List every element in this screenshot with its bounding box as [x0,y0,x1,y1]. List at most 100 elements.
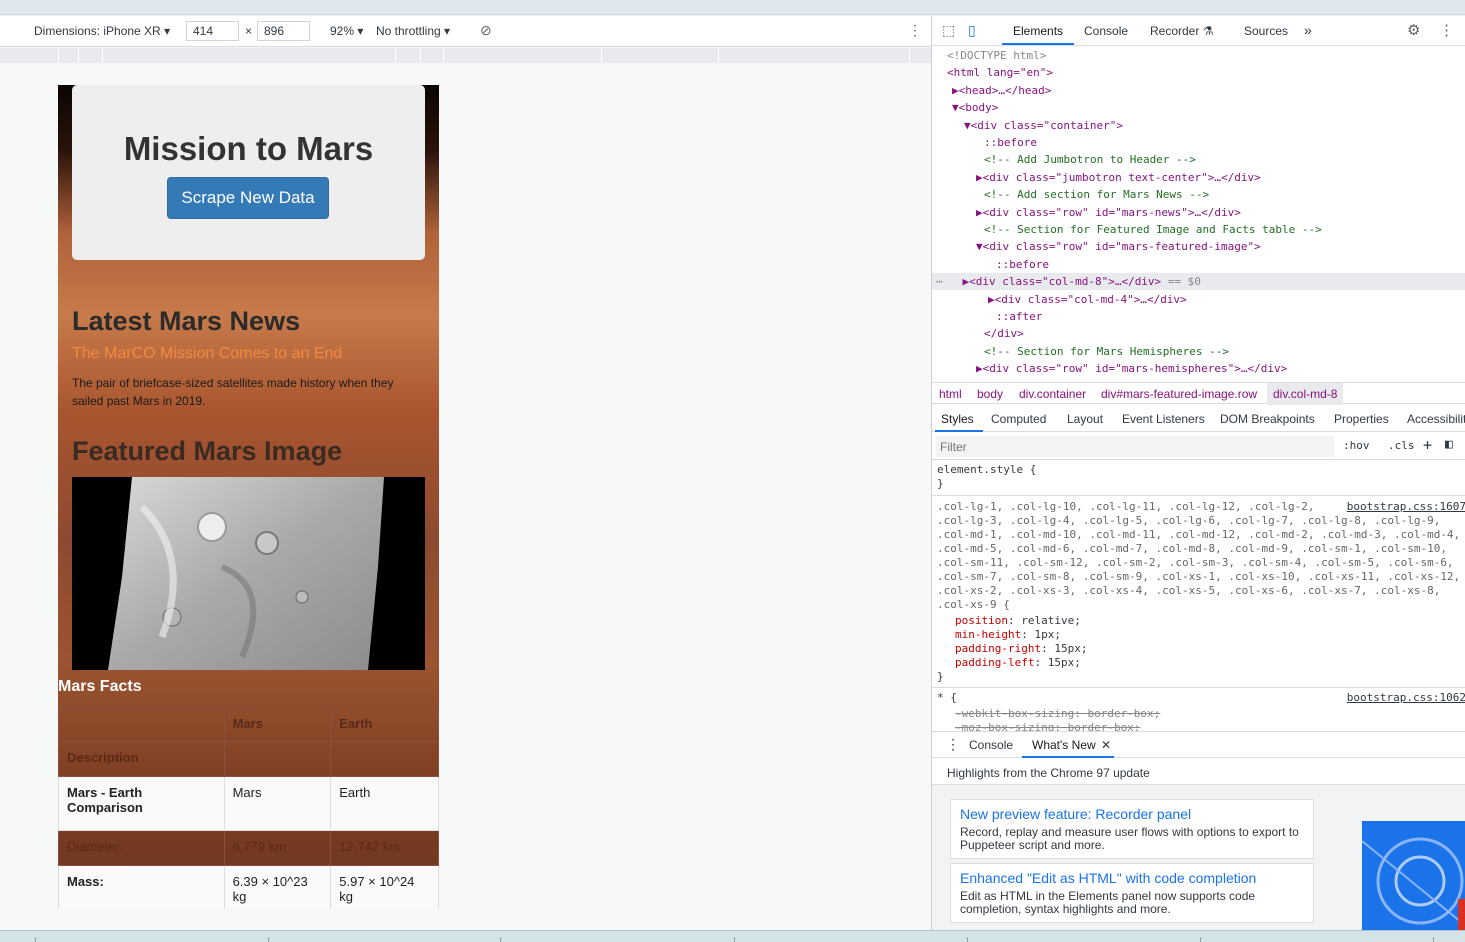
more-options-icon[interactable]: ⋮ [908,22,922,39]
stylesheet-link[interactable]: bootstrap.css:1607 [1347,500,1465,514]
css-declaration[interactable]: min-height: 1px; [955,628,1061,642]
dom-pseudo-before[interactable]: ::before [932,134,1465,151]
dom-node-jumbotron-text: <div class="jumbotron text-center">…</di… [982,170,1261,184]
css-value: 15px; [1054,642,1088,655]
whats-new-card[interactable]: New preview feature: Recorder panel Reco… [950,799,1314,859]
tab-accessibility[interactable]: Accessibility [1407,412,1465,426]
tab-sources[interactable]: Sources [1244,24,1288,38]
dom-node-close[interactable]: </div> [932,325,1465,342]
page-title: Mission to Mars [123,130,374,167]
featured-mars-image[interactable] [72,477,425,670]
close-icon[interactable]: ✕ [1101,738,1111,752]
dom-node-hemispheres[interactable]: ▶<div class="row" id="mars-hemispheres">… [932,360,1465,377]
settings-gear-icon[interactable]: ⚙ [1407,21,1420,39]
scrape-new-data-button[interactable]: Scrape New Data [167,177,329,219]
dom-pseudo-after[interactable]: ::after [932,308,1465,325]
whats-new-card[interactable]: Enhanced "Edit as HTML" with code comple… [950,863,1314,923]
css-declaration[interactable]: padding-left: 15px; [955,656,1081,670]
expand-arrow-icon[interactable]: ▶ [952,84,959,97]
dom-node-col-md-4-text: <div class="col-md-4">…</div> [994,292,1187,306]
dom-node-col-md-4[interactable]: ▶<div class="col-md-4">…</div> [932,291,1465,308]
drawer-menu-icon[interactable]: ⋮ [946,736,960,753]
dom-node-body[interactable]: ▼<body> [932,99,1465,116]
width-input[interactable]: 414 [186,21,239,41]
dom-comment[interactable]: <!-- Section for Mars Hemispheres --> [932,343,1465,360]
devtools-panel: ⬚ ▯ Elements Console Recorder ⚗ Sources … [931,16,1465,930]
dom-comment[interactable]: <!-- Add section for Mars News --> [932,186,1465,203]
media-query-ruler[interactable] [0,48,931,63]
dom-comment[interactable]: <!-- Add Jumbotron to Header --> [932,151,1465,168]
dom-node-featured-text: <div class="row" id="mars-featured-image… [982,240,1261,254]
dom-pseudo-before[interactable]: ::before [932,256,1465,273]
zoom-select[interactable]: 92% ▾ [330,24,363,38]
dom-node-container[interactable]: ▼<div class="container"> [932,117,1465,134]
css-declaration-overridden[interactable]: -moz-box-sizing: border-box; [955,721,1140,731]
inspect-element-icon[interactable]: ⬚ [942,22,955,39]
tab-dom-breakpoints[interactable]: DOM Breakpoints [1220,412,1315,426]
hover-state-toggle[interactable]: :hov [1343,439,1370,452]
breadcrumb-item[interactable]: div#mars-featured-image.row [1101,387,1257,401]
dom-node-head-text: <head>…</head> [958,83,1052,97]
expand-arrow-icon[interactable]: ▶ [976,206,983,219]
whats-new-card-title[interactable]: New preview feature: Recorder panel [960,806,1191,822]
collapse-arrow-icon[interactable]: ▼ [976,240,983,253]
dom-node-doctype[interactable]: <!DOCTYPE html> [932,47,1465,64]
drawer-tab-console[interactable]: Console [969,738,1013,752]
tab-event-listeners[interactable]: Event Listeners [1122,412,1205,426]
tab-console[interactable]: Console [1084,24,1128,38]
tab-layout[interactable]: Layout [1067,412,1103,426]
selector-line: .col-md-1, .col-md-10, .col-md-11, .col-… [937,528,1461,541]
dom-node-html[interactable]: <html lang="en"> [932,64,1465,81]
height-input[interactable]: 896 [257,21,310,41]
breadcrumb-item[interactable]: div.container [1019,387,1086,401]
dom-node-head[interactable]: ▶<head>…</head> [932,82,1465,99]
ellipsis-icon[interactable]: ⋯ [936,275,963,288]
element-style-rule[interactable]: element.style { [937,463,1036,477]
toggle-sidebar-icon[interactable]: ◧ [1445,437,1453,452]
rule-close: } [937,477,944,490]
rotate-icon[interactable]: ⊘ [480,22,492,39]
dom-node-mars-news[interactable]: ▶<div class="row" id="mars-news">…</div> [932,204,1465,221]
dom-node-col-md-8[interactable]: ⋯ ▶<div class="col-md-8">…</div> == $0 [932,273,1465,291]
expand-arrow-icon[interactable]: ▶ [988,293,995,306]
more-options-icon[interactable]: ⋮ [1439,21,1454,39]
dom-node-jumbotron[interactable]: ▶<div class="jumbotron text-center">…</d… [932,169,1465,186]
css-declaration[interactable]: position: relative; [955,614,1081,628]
dimensions-select[interactable]: Dimensions: iPhone XR ▾ [34,24,170,38]
drawer-tabbar: ⋮ Console What's New ✕ [932,731,1465,758]
tab-recorder[interactable]: Recorder ⚗ [1150,24,1213,38]
collapse-arrow-icon[interactable]: ▼ [964,119,971,132]
tab-properties[interactable]: Properties [1334,412,1389,426]
drawer-tab-whats-new[interactable]: What's New [1032,738,1096,752]
whats-new-card-title[interactable]: Enhanced "Edit as HTML" with code comple… [960,870,1256,886]
add-rule-icon[interactable]: + [1423,436,1432,454]
tab-elements[interactable]: Elements [1013,24,1063,38]
device-toolbar-toggle-icon[interactable]: ▯ [968,22,976,39]
expand-arrow-icon[interactable]: ▶ [976,362,983,375]
device-toolbar: Dimensions: iPhone XR ▾ 414 × 896 92% ▾ … [0,16,931,47]
dom-node-col-md-8-text: <div class="col-md-8">…</div> [969,275,1162,289]
more-tabs-icon[interactable]: » [1304,22,1312,38]
tab-styles[interactable]: Styles [941,412,974,426]
active-tab-indicator [1002,43,1074,45]
breadcrumb-item[interactable]: body [977,387,1003,401]
class-toggle[interactable]: .cls [1388,439,1415,452]
css-declaration[interactable]: padding-right: 15px; [955,642,1087,656]
table-header-cell: Earth [330,707,439,742]
stylesheet-link[interactable]: bootstrap.css:1062 [1347,691,1465,705]
selector-line: .col-sm-7, .col-sm-8, .col-sm-9, .col-xs… [937,570,1461,583]
expand-arrow-icon[interactable]: ▶ [976,171,983,184]
table-index-label: Description [58,741,225,777]
styles-filter-input[interactable] [936,436,1334,457]
bottom-ruler [0,930,1465,942]
collapse-arrow-icon[interactable]: ▼ [952,101,959,114]
tab-computed[interactable]: Computed [991,412,1046,426]
css-declaration-overridden[interactable]: -webkit-box-sizing: border-box; [955,707,1160,721]
throttling-select[interactable]: No throttling ▾ [376,24,450,38]
breadcrumb-item-selected[interactable]: div.col-md-8 [1267,383,1344,405]
dimensions-label: Dimensions: iPhone XR [34,24,161,38]
dom-node-featured[interactable]: ▼<div class="row" id="mars-featured-imag… [932,238,1465,255]
breadcrumb-item[interactable]: html [939,387,962,401]
dom-comment[interactable]: <!-- Section for Featured Image and Fact… [932,221,1465,238]
selector-line: .col-md-5, .col-md-6, .col-md-7, .col-md… [937,542,1447,555]
